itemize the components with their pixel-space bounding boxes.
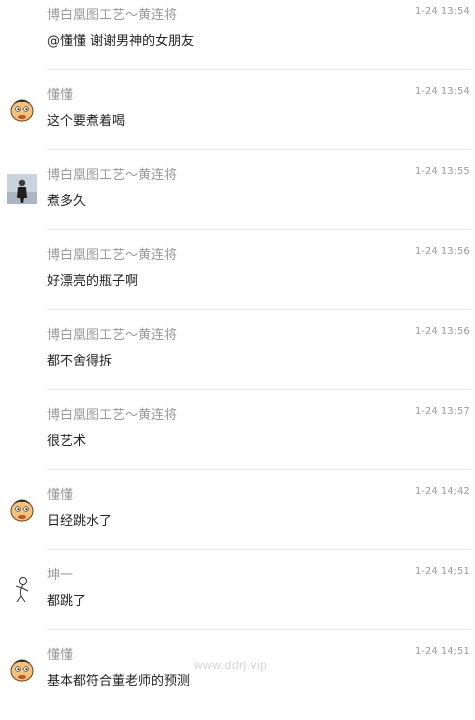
cartoon-face-icon[interactable]	[7, 494, 37, 524]
divider	[47, 229, 471, 230]
commenter-name[interactable]: 博白凰图工艺～黄连将	[47, 164, 177, 183]
comment-time: 1-24 14:51	[415, 566, 470, 577]
comment-row: 坤一 1-24 14:51 都跳了	[0, 560, 475, 640]
comment-time: 1-24 14:51	[415, 646, 470, 657]
commenter-name[interactable]: 博白凰图工艺～黄连将	[47, 404, 177, 423]
comment-text: 这个要煮着喝	[47, 114, 126, 129]
cartoon-face-icon[interactable]	[7, 94, 37, 124]
commenter-name[interactable]: 博白凰图工艺～黄连将	[47, 324, 177, 343]
divider	[47, 69, 471, 70]
commenter-name[interactable]: 懂懂	[47, 484, 73, 503]
commenter-name[interactable]: 懂懂	[47, 644, 73, 663]
comment-row: 懂懂 1-24 14:42 日经跳水了	[0, 480, 475, 560]
person-photo-avatar[interactable]	[7, 174, 37, 204]
sketch-figure-icon[interactable]	[7, 574, 37, 604]
comment-text: 很艺术	[47, 434, 87, 449]
comment-time: 1-24 13:55	[415, 166, 470, 177]
comment-row: 懂懂 1-24 14:51 基本都符合董老师的预测	[0, 640, 475, 720]
comment-time: 1-24 13:56	[415, 326, 470, 337]
divider	[47, 309, 471, 310]
comment-text: 都不舍得拆	[47, 354, 113, 369]
divider	[47, 629, 471, 630]
divider	[47, 389, 471, 390]
comment-time: 1-24 13:57	[415, 406, 470, 417]
divider	[47, 149, 471, 150]
watermark: www.ddrj.vip	[194, 658, 268, 672]
comment-row: 博白凰图工艺～黄连将 1-24 13:56 都不舍得拆	[0, 320, 475, 400]
comment-time: 1-24 13:56	[415, 246, 470, 257]
comment-text: @懂懂 谢谢男神的女朋友	[47, 34, 195, 49]
comment-row: 懂懂 1-24 13:54 这个要煮着喝	[0, 80, 475, 160]
comment-row: 博白凰图工艺～黄连将 1-24 13:54 @懂懂 谢谢男神的女朋友	[0, 0, 475, 80]
comment-row: 博白凰图工艺～黄连将 1-24 13:56 好漂亮的瓶子啊	[0, 240, 475, 320]
comment-row: 博白凰图工艺～黄连将 1-24 13:57 很艺术	[0, 400, 475, 480]
divider	[47, 549, 471, 550]
divider	[47, 469, 471, 470]
commenter-name[interactable]: 懂懂	[47, 84, 73, 103]
comment-text: 好漂亮的瓶子啊	[47, 274, 139, 289]
comment-text: 都跳了	[47, 594, 87, 609]
cartoon-face-icon[interactable]	[7, 654, 37, 684]
comment-text: 日经跳水了	[47, 514, 113, 529]
comment-time: 1-24 13:54	[415, 86, 470, 97]
commenter-name[interactable]: 坤一	[47, 564, 73, 583]
comment-row: 博白凰图工艺～黄连将 1-24 13:55 煮多久	[0, 160, 475, 240]
commenter-name[interactable]: 博白凰图工艺～黄连将	[47, 244, 177, 263]
commenter-name[interactable]: 博白凰图工艺～黄连将	[47, 4, 177, 23]
comment-time: 1-24 14:42	[415, 486, 470, 497]
comment-time: 1-24 13:54	[415, 6, 470, 17]
comment-text: 煮多久	[47, 194, 87, 209]
comment-text: 基本都符合董老师的预测	[47, 674, 191, 689]
